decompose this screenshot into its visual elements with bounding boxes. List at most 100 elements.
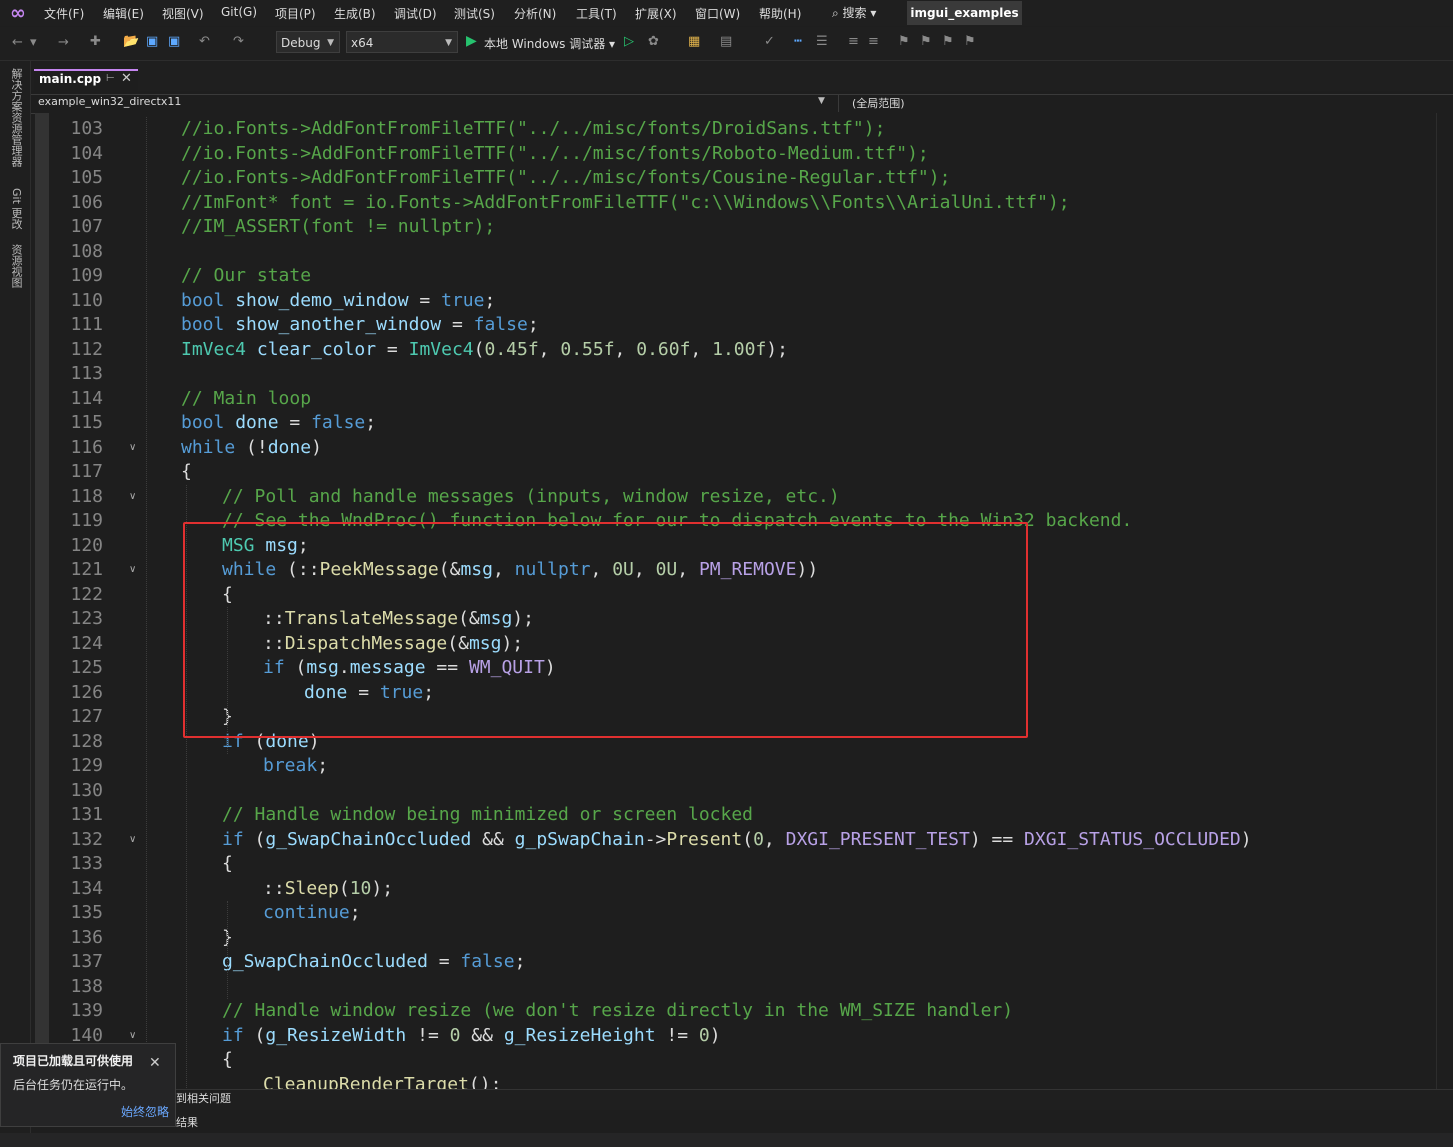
line-number: 109: [70, 265, 103, 286]
menu-item[interactable]: 文件(F): [44, 5, 84, 22]
code-line[interactable]: break;: [263, 754, 328, 778]
prev-bookmark-icon[interactable]: ⚑: [920, 34, 932, 49]
code-line[interactable]: CleanupRenderTarget();: [263, 1073, 501, 1090]
indent-guide: [227, 901, 228, 999]
code-line[interactable]: // Main loop: [181, 387, 311, 411]
solution-explorer-tab[interactable]: 解决方案资源管理器: [8, 68, 24, 167]
start-debug-button[interactable]: 本地 Windows 调试器 ▾: [484, 35, 615, 52]
bookmark-icon[interactable]: ⚑: [898, 34, 910, 49]
comment-icon[interactable]: ☰: [816, 34, 828, 49]
vertical-scrollbar[interactable]: [1436, 113, 1453, 1089]
line-number: 118: [70, 485, 103, 507]
fold-chevron-icon[interactable]: ∨: [129, 485, 136, 509]
menu-item[interactable]: 生成(B): [334, 5, 376, 22]
indent-icon[interactable]: ≡: [848, 34, 859, 49]
menu-item[interactable]: Git(G): [221, 5, 257, 19]
navigate-back-icon[interactable]: ←: [12, 35, 23, 50]
code-line[interactable]: //io.Fonts->AddFontFromFileTTF("../../mi…: [181, 117, 885, 141]
menu-item[interactable]: 项目(P): [275, 5, 316, 22]
redo-icon[interactable]: ↷: [233, 34, 244, 49]
code-line[interactable]: //ImFont* font = io.Fonts->AddFontFromFi…: [181, 191, 1070, 215]
code-line[interactable]: continue;: [263, 901, 361, 925]
breakpoint-icon[interactable]: ┅: [794, 34, 802, 49]
navigate-back-dropdown-icon[interactable]: ▾: [30, 35, 37, 50]
code-line[interactable]: bool done = false;: [181, 411, 376, 435]
platform-value: x64: [351, 36, 374, 50]
search-menu[interactable]: ⌕ 搜索 ▾: [832, 4, 876, 21]
navigation-bar: [31, 94, 1453, 114]
visual-studio-logo-icon[interactable]: ∞: [10, 3, 34, 23]
pin-icon[interactable]: ⊢: [106, 73, 115, 84]
config-select[interactable]: Debug ▼: [276, 31, 340, 53]
hot-reload-icon[interactable]: ✿: [648, 34, 659, 49]
git-changes-tab[interactable]: Git 更改: [8, 188, 24, 229]
fold-chevron-icon[interactable]: ∨: [129, 828, 136, 852]
platform-select[interactable]: x64 ▼: [346, 31, 458, 53]
always-ignore-link[interactable]: 始终忽略: [121, 1103, 169, 1120]
code-line[interactable]: bool show_demo_window = true;: [181, 289, 495, 313]
code-line[interactable]: bool show_another_window = false;: [181, 313, 539, 337]
layout-icon[interactable]: ▤: [720, 34, 732, 49]
code-line[interactable]: if (g_SwapChainOccluded && g_pSwapChain-…: [222, 828, 1252, 852]
code-line[interactable]: // Our state: [181, 264, 311, 288]
code-line[interactable]: g_SwapChainOccluded = false;: [222, 950, 525, 974]
menu-item[interactable]: 帮助(H): [759, 5, 801, 22]
resource-view-tab[interactable]: 资源视图: [8, 244, 24, 288]
open-folder-icon[interactable]: 📂: [123, 34, 139, 49]
undo-icon[interactable]: ↶: [199, 34, 210, 49]
code-line[interactable]: ::Sleep(10);: [263, 877, 393, 901]
line-number: 114: [70, 387, 103, 409]
code-line[interactable]: ImVec4 clear_color = ImVec4(0.45f, 0.55f…: [181, 338, 788, 362]
code-line[interactable]: {: [181, 460, 192, 484]
config-value: Debug: [281, 36, 321, 50]
project-scope-dropdown[interactable]: example_win32_directx11: [38, 95, 181, 108]
code-line[interactable]: {: [222, 1048, 233, 1072]
next-bookmark-icon[interactable]: ⚑: [942, 34, 954, 49]
line-number: 130: [70, 779, 103, 801]
start-without-debug-icon[interactable]: ▷: [624, 34, 634, 49]
line-number: 136: [70, 926, 103, 948]
code-line[interactable]: //IM_ASSERT(font != nullptr);: [181, 215, 495, 239]
results-tab[interactable]: 结果: [176, 1114, 198, 1130]
outdent-icon[interactable]: ≡: [868, 34, 879, 49]
code-line[interactable]: if (g_ResizeWidth != 0 && g_ResizeHeight…: [222, 1024, 721, 1048]
menu-item[interactable]: 工具(T): [576, 5, 617, 22]
menu-item[interactable]: 视图(V): [162, 5, 204, 22]
line-number: 122: [70, 583, 103, 605]
menu-item[interactable]: 编辑(E): [103, 5, 144, 22]
menu-item[interactable]: 测试(S): [454, 5, 495, 22]
indent-guide: [146, 117, 147, 1089]
code-line[interactable]: while (!done): [181, 436, 322, 460]
fold-chevron-icon[interactable]: ∨: [129, 558, 136, 582]
menu-item[interactable]: 窗口(W): [695, 5, 740, 22]
clear-bookmarks-icon[interactable]: ⚑: [964, 34, 976, 49]
close-icon[interactable]: ✕: [149, 1055, 161, 1071]
related-issues-tab[interactable]: 到相关问题: [176, 1090, 231, 1106]
menu-item[interactable]: 分析(N): [514, 5, 556, 22]
code-line[interactable]: // Handle window resize (we don't resize…: [222, 999, 1013, 1023]
chevron-down-icon: ▼: [445, 38, 452, 48]
line-number: 106: [70, 191, 103, 213]
save-all-icon[interactable]: ▣: [168, 34, 180, 49]
line-number: 124: [70, 632, 103, 654]
global-scope-dropdown[interactable]: (全局范围): [852, 95, 905, 111]
menu-item[interactable]: 扩展(X): [635, 5, 677, 22]
code-line[interactable]: //io.Fonts->AddFontFromFileTTF("../../mi…: [181, 166, 950, 190]
chevron-down-icon[interactable]: ▼: [818, 96, 825, 106]
close-icon[interactable]: ✕: [121, 71, 132, 86]
spellcheck-icon[interactable]: ✓: [764, 34, 775, 49]
code-line[interactable]: // Handle window being minimized or scre…: [222, 803, 753, 827]
code-line[interactable]: {: [222, 852, 233, 876]
code-line[interactable]: // Poll and handle messages (inputs, win…: [222, 485, 840, 509]
start-debug-icon[interactable]: ▶: [466, 33, 477, 49]
fold-chevron-icon[interactable]: ∨: [129, 436, 136, 460]
menu-item[interactable]: 调试(D): [394, 5, 437, 22]
new-project-icon[interactable]: ✚: [90, 34, 101, 49]
navigate-forward-icon[interactable]: →: [58, 35, 69, 50]
solution-explorer-icon[interactable]: ▦: [688, 34, 700, 49]
line-number: 127: [70, 706, 103, 727]
nav-divider: [838, 94, 839, 112]
save-icon[interactable]: ▣: [146, 34, 158, 49]
line-number: 131: [70, 804, 103, 825]
code-line[interactable]: //io.Fonts->AddFontFromFileTTF("../../mi…: [181, 142, 929, 166]
